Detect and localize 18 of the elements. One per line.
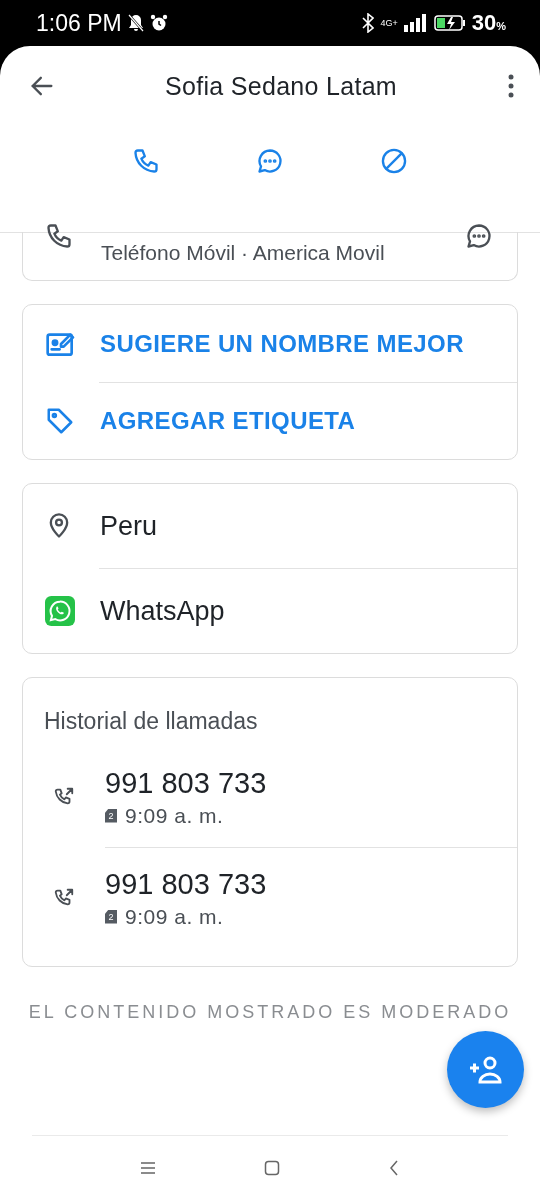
battery-percentage: 30: [471, 10, 497, 36]
moderation-note: EL CONTENIDO MOSTRADO ES MODERADO: [27, 1002, 513, 1023]
section-title: Historial de llamadas: [43, 707, 259, 735]
phone-type-label: Teléfono Móvil · America Movil: [101, 240, 386, 265]
percent-sign: %: [496, 20, 506, 32]
app-label: WhatsApp: [100, 595, 225, 627]
add-tag-link[interactable]: AGREGAR ETIQUETA: [100, 407, 356, 435]
sim-icon: 2: [105, 909, 117, 924]
call-time: 9:09 a. m.: [125, 904, 224, 929]
location-label: Peru: [100, 510, 158, 542]
clock-time: 1:06 PM: [36, 9, 122, 37]
phone-number: 991 803 733: [105, 766, 267, 800]
contact-name-title: Sofia Sedano Latam: [164, 71, 398, 101]
call-time: 9:09 a. m.: [125, 803, 224, 828]
network-type: 4G+: [380, 18, 398, 28]
sim-icon: 2: [105, 808, 117, 823]
phone-number: 991 803 733: [105, 867, 267, 901]
suggest-name-link[interactable]: SUGIERE UN NOMBRE MEJOR: [100, 329, 464, 358]
